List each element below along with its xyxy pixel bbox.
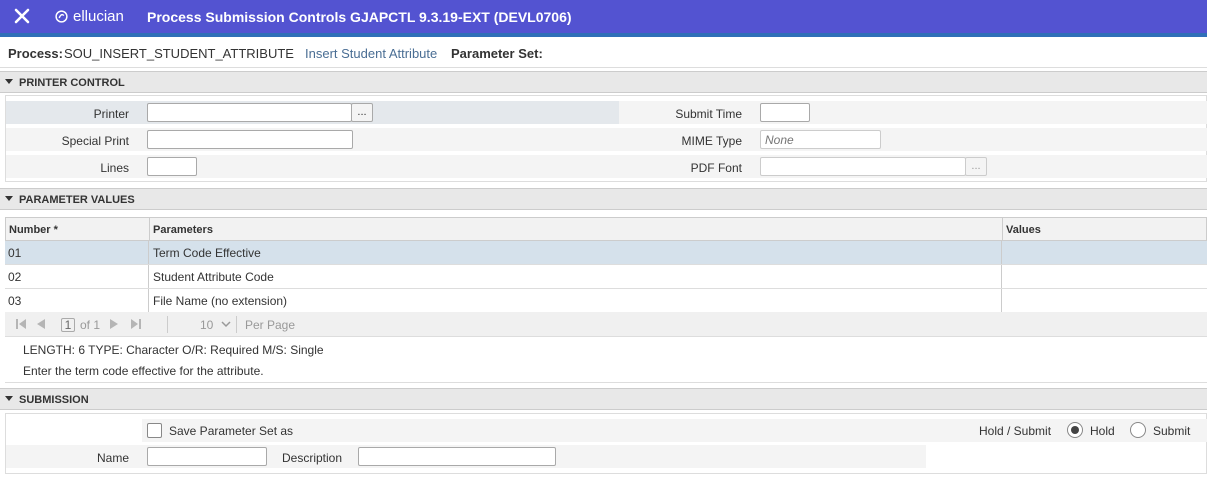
pdf-font-label: PDF Font <box>690 161 742 175</box>
submit-label: Submit <box>1153 424 1191 438</box>
close-icon[interactable] <box>14 8 30 24</box>
brand-name: ellucian <box>73 8 124 25</box>
special-print-input[interactable] <box>147 130 353 149</box>
current-page-input[interactable]: 1 <box>61 318 75 332</box>
column-divider <box>1001 241 1002 264</box>
process-description: Insert Student Attribute <box>305 46 438 61</box>
page-count-label: of 1 <box>80 318 101 332</box>
column-divider <box>148 241 149 264</box>
process-info-bar: Process: SOU_INSERT_STUDENT_ATTRIBUTE In… <box>0 37 1207 68</box>
hold-submit-label: Hold / Submit <box>979 424 1052 438</box>
printer-input[interactable] <box>147 103 352 122</box>
pager-divider <box>167 316 168 333</box>
lines-label: Lines <box>100 161 129 175</box>
pdf-font-lookup-button: ... <box>965 157 987 176</box>
table-row[interactable]: 03 File Name (no extension) <box>5 289 1207 313</box>
mime-type-input <box>760 130 881 149</box>
next-page-icon[interactable] <box>108 318 120 330</box>
special-print-label: Special Print <box>61 134 129 148</box>
table-header: Number * Parameters Values <box>5 217 1207 241</box>
column-divider <box>1002 218 1003 240</box>
name-input[interactable] <box>147 447 267 466</box>
column-header-number[interactable]: Number * <box>9 224 58 236</box>
parameter-set-label: Parameter Set: <box>451 46 543 61</box>
printer-label: Printer <box>93 107 129 121</box>
row-number: 01 <box>8 246 22 260</box>
parameter-info-text: LENGTH: 6 TYPE: Character O/R: Required … <box>23 343 324 357</box>
section-title: PRINTER CONTROL <box>19 77 125 89</box>
save-parameter-set-checkbox[interactable] <box>147 423 162 438</box>
row-number: 03 <box>8 294 22 308</box>
column-header-parameters[interactable]: Parameters <box>153 224 213 236</box>
per-page-label: Per Page <box>245 318 296 332</box>
ellucian-logo-icon <box>55 10 68 23</box>
submit-time-input[interactable] <box>760 103 810 122</box>
lines-input[interactable] <box>147 157 197 176</box>
last-page-icon[interactable] <box>130 318 142 330</box>
description-label: Description <box>282 451 343 465</box>
collapse-triangle-icon[interactable] <box>5 79 13 84</box>
page-title: Process Submission Controls GJAPCTL 9.3.… <box>147 9 572 25</box>
column-divider <box>1001 289 1002 312</box>
row-parameter: Student Attribute Code <box>153 270 274 284</box>
section-title: SUBMISSION <box>19 394 89 406</box>
table-row[interactable]: 02 Student Attribute Code <box>5 265 1207 289</box>
column-divider <box>1001 265 1002 288</box>
submission-header[interactable]: SUBMISSION <box>0 388 1207 410</box>
printer-control-section: Printer ... Special Print Lines Submit T… <box>5 95 1207 182</box>
row-parameter: Term Code Effective <box>153 246 261 260</box>
parameter-help-text: Enter the term code effective for the at… <box>23 364 264 378</box>
hold-radio[interactable] <box>1067 422 1083 438</box>
pdf-font-input <box>760 157 966 176</box>
submission-section: Save Parameter Set as Name Description H… <box>5 413 1207 474</box>
row-number: 02 <box>8 270 22 284</box>
table-row[interactable]: 01 Term Code Effective <box>5 241 1207 265</box>
submit-time-label: Submit Time <box>675 107 742 121</box>
parameter-values-header[interactable]: PARAMETER VALUES <box>0 188 1207 210</box>
section-title: PARAMETER VALUES <box>19 194 135 206</box>
submit-radio[interactable] <box>1130 422 1146 438</box>
mime-type-label: MIME Type <box>681 134 742 148</box>
per-page-select[interactable]: 10 <box>200 318 213 332</box>
collapse-triangle-icon[interactable] <box>5 196 13 201</box>
process-code: SOU_INSERT_STUDENT_ATTRIBUTE <box>64 46 294 61</box>
row-parameter: File Name (no extension) <box>153 294 288 308</box>
collapse-triangle-icon[interactable] <box>5 396 13 401</box>
hold-label: Hold <box>1090 424 1115 438</box>
save-parameter-set-label: Save Parameter Set as <box>169 424 294 438</box>
column-divider <box>149 218 150 240</box>
chevron-down-icon[interactable] <box>221 321 231 328</box>
row-stripe <box>6 155 619 178</box>
first-page-icon[interactable] <box>15 318 27 330</box>
printer-control-header[interactable]: PRINTER CONTROL <box>0 71 1207 93</box>
column-divider <box>148 289 149 312</box>
pager-divider <box>236 316 237 333</box>
printer-lookup-button[interactable]: ... <box>351 103 373 122</box>
name-label: Name <box>96 451 129 465</box>
app-header: ellucian Process Submission Controls GJA… <box>0 0 1207 33</box>
process-label: Process: <box>8 46 63 61</box>
parameter-help-area: LENGTH: 6 TYPE: Character O/R: Required … <box>5 337 1207 383</box>
column-header-values[interactable]: Values <box>1006 224 1041 236</box>
column-divider <box>148 265 149 288</box>
pagination-bar: 1 of 1 10 Per Page <box>5 312 1207 337</box>
previous-page-icon[interactable] <box>35 318 47 330</box>
description-input[interactable] <box>358 447 556 466</box>
